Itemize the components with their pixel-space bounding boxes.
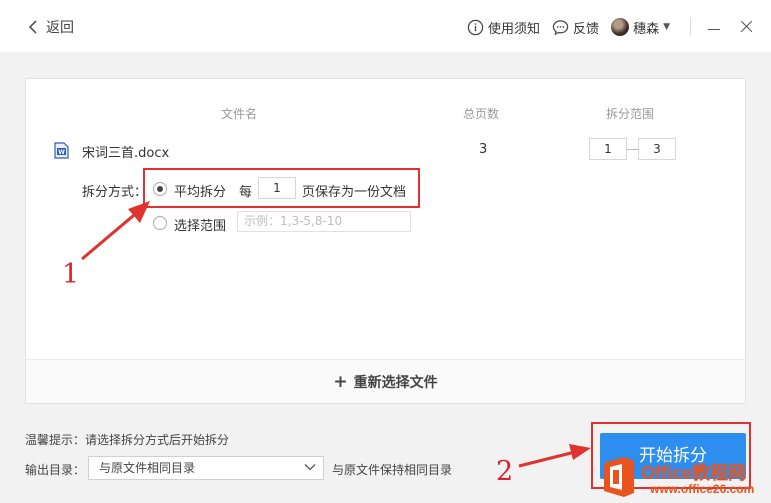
hint-text: 温馨提示：请选择拆分方式后开始拆分 (25, 433, 230, 447)
range-from-input[interactable]: 1 (589, 138, 627, 160)
output-dir-description: 与原文件保持相同目录 (332, 463, 453, 477)
output-dir-label: 输出目录： (25, 463, 86, 477)
output-dir-select[interactable]: 与原文件相同目录 (88, 456, 324, 480)
word-document-icon: W (54, 142, 69, 159)
reselect-file-button[interactable]: + 重新选择文件 (26, 359, 745, 403)
svg-text:W: W (58, 149, 65, 156)
feedback-button[interactable]: 反馈 (552, 18, 599, 37)
avatar (611, 18, 630, 36)
chat-bubble-icon (552, 19, 569, 35)
user-menu[interactable]: 穗森 ▼ (611, 18, 670, 37)
select-range-label[interactable]: 选择范围 (174, 215, 226, 234)
caret-down-icon: ▼ (663, 22, 670, 32)
range-dash (627, 149, 638, 150)
column-header-split-range: 拆分范围 (606, 107, 655, 121)
file-name: 宋词三首.docx (82, 146, 170, 161)
column-header-file-name: 文件名 (221, 107, 258, 121)
minimize-button[interactable] (707, 20, 721, 34)
username: 穗森 (633, 21, 660, 37)
step-number-2: 2 (496, 456, 514, 487)
step-number-1: 1 (62, 259, 80, 290)
back-label: 返回 (46, 20, 74, 36)
range-to-input[interactable]: 3 (638, 138, 676, 160)
file-panel: 文件名 总页数 拆分范围 W 宋词三首.docx 3 1 3 拆分方式： 平均拆… (25, 78, 746, 404)
info-icon (467, 19, 484, 35)
chevron-down-icon (304, 464, 316, 471)
help-label: 使用须知 (488, 21, 541, 37)
title-bar-actions: 使用须知 反馈 穗森 ▼ (455, 14, 753, 40)
close-button[interactable] (739, 20, 753, 34)
back-button[interactable]: 返回 (28, 17, 74, 37)
highlight-box-step-1 (143, 168, 420, 208)
feedback-label: 反馈 (573, 21, 600, 37)
watermark-url: www.office26.com (650, 482, 755, 496)
help-button[interactable]: 使用须知 (467, 18, 540, 37)
title-bar: 返回 使用须知 反馈 穗森 ▼ (0, 0, 771, 52)
divider (690, 18, 691, 36)
range-input[interactable]: 示例：1,3-5,8-10 (237, 211, 411, 232)
output-dir-value: 与原文件相同目录 (99, 461, 196, 475)
chevron-left-icon (28, 20, 37, 34)
total-pages-value: 3 (479, 142, 488, 157)
office-logo-icon (604, 457, 634, 497)
plus-icon: + (333, 371, 348, 392)
reselect-label: 重新选择文件 (353, 374, 438, 391)
arrow-icon-step-2 (518, 444, 591, 468)
column-header-total-pages: 总页数 (463, 107, 500, 121)
arrow-icon-step-1 (81, 201, 150, 261)
